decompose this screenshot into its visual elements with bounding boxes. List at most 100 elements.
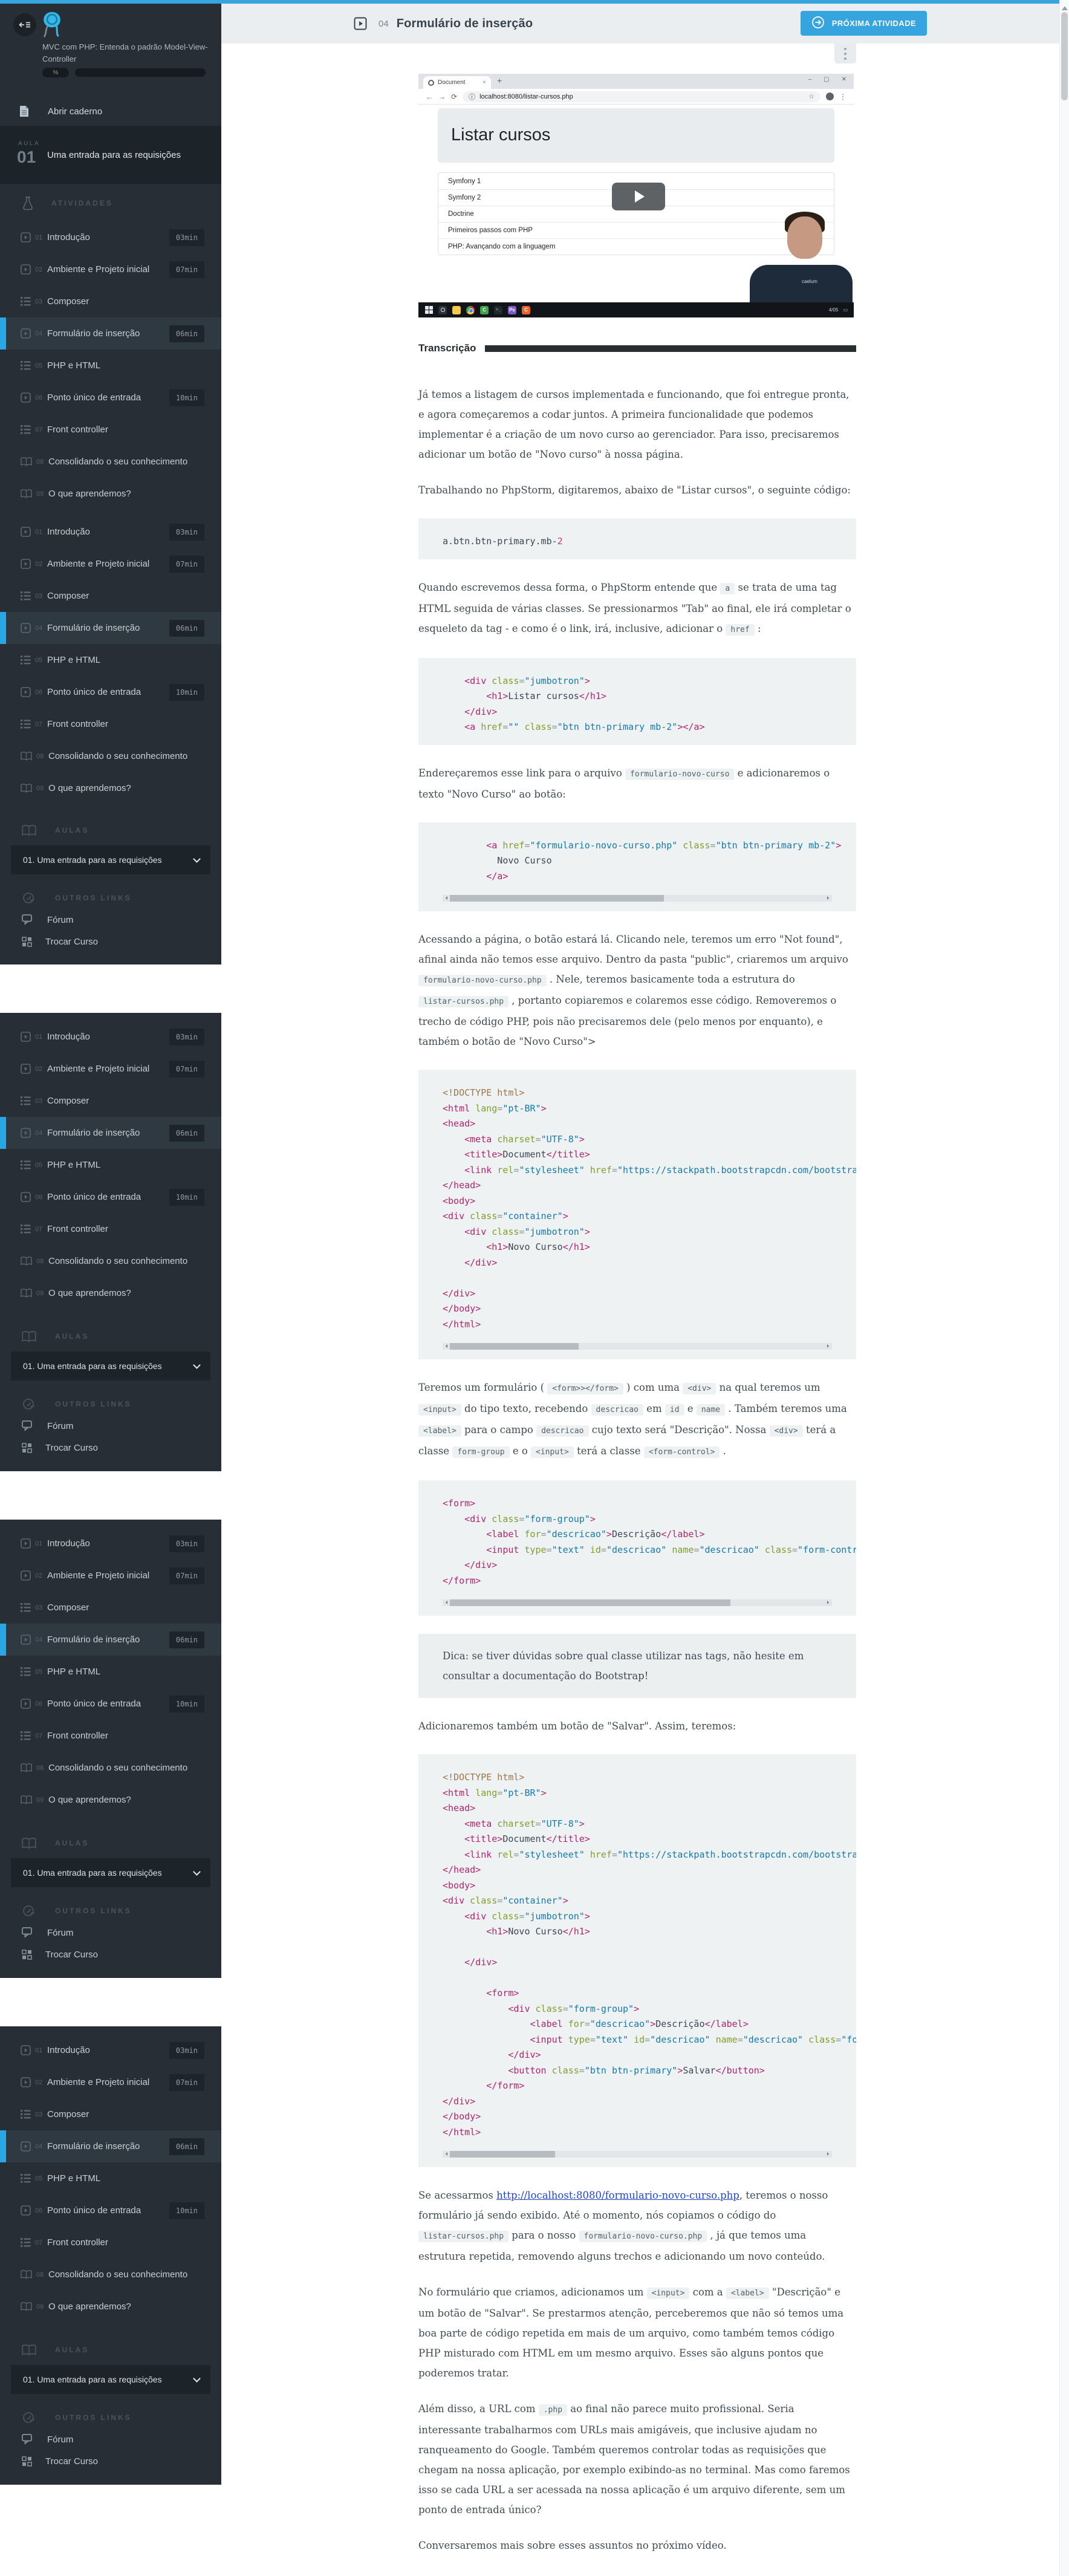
sidebar-item-09[interactable]: 09 O que aprendemos? [0, 772, 221, 804]
notification-icon[interactable]: ▭ [843, 307, 848, 313]
sidebar-item-04[interactable]: 04 Formulário de inserção 06min [0, 612, 221, 644]
sidebar-item-08[interactable]: 08 Consolidando o seu conhecimento [0, 1752, 221, 1784]
sidebar-item-03[interactable]: 03 Composer [0, 285, 221, 317]
item-number: 02 [35, 2078, 43, 2086]
profile-icon[interactable] [826, 93, 834, 100]
sidebar-item-07[interactable]: 07 Front controller [0, 2226, 221, 2259]
sidebar-item-06[interactable]: 06 Ponto único de entrada 10min [0, 1181, 221, 1213]
sidebar-item-03[interactable]: 03 Composer [0, 1085, 221, 1117]
search-icon[interactable] [438, 305, 447, 314]
page-scrollbar[interactable] [1059, 0, 1069, 2576]
sidebar-item-06[interactable]: 06 Ponto único de entrada 10min [0, 676, 221, 708]
sidebar-item-07[interactable]: 07 Front controller [0, 708, 221, 740]
transcript-scroll-handle[interactable] [834, 44, 856, 63]
sidebar-link-forum[interactable]: Fórum [0, 1924, 221, 1942]
sidebar-link-trocar-curso[interactable]: Trocar Curso [0, 1945, 221, 1963]
aula-select-dropdown[interactable]: 01. Uma entrada para as requisições [11, 1858, 210, 1887]
sidebar-item-05[interactable]: 05 PHP e HTML [0, 1656, 221, 1688]
scrollbar-thumb[interactable] [450, 1343, 579, 1350]
sidebar-item-07[interactable]: 07 Front controller [0, 414, 221, 446]
site-info-icon[interactable]: ⓘ [469, 92, 475, 102]
address-bar[interactable]: ⓘ localhost:8080/listar-cursos.php ☆ [463, 91, 820, 102]
sidebar-item-02[interactable]: 02 Ambiente e Projeto inicial 07min [0, 1053, 221, 1085]
sidebar-item-09[interactable]: 09 O que aprendemos? [0, 1277, 221, 1309]
aula-select-dropdown[interactable]: 01. Uma entrada para as requisições [11, 2365, 210, 2394]
sidebar-item-05[interactable]: 05 PHP e HTML [0, 644, 221, 676]
scroll-up-arrow-icon[interactable] [1062, 3, 1068, 10]
sidebar-item-08[interactable]: 08 Consolidando o seu conhecimento [0, 1245, 221, 1277]
sidebar-item-06[interactable]: 06 Ponto único de entrada 10min [0, 382, 221, 414]
close-tab-icon[interactable]: × [483, 79, 486, 86]
sidebar-item-05[interactable]: 05 PHP e HTML [0, 2162, 221, 2194]
forward-icon[interactable]: → [438, 93, 446, 101]
sidebar-item-03[interactable]: 03 Composer [0, 2098, 221, 2130]
horizontal-scrollbar[interactable] [443, 1343, 832, 1350]
sidebar-link-trocar-curso[interactable]: Trocar Curso [0, 2452, 221, 2470]
sidebar-item-04[interactable]: 04 Formulário de inserção 06min [0, 2130, 221, 2162]
sidebar-item-02[interactable]: 02 Ambiente e Projeto inicial 07min [0, 1560, 221, 1592]
item-label: O que aprendemos? [48, 1795, 131, 1805]
sidebar-link-forum[interactable]: Fórum [0, 911, 221, 929]
sidebar-item-08[interactable]: 08 Consolidando o seu conhecimento [0, 740, 221, 772]
sidebar-item-09[interactable]: 09 O que aprendemos? [0, 478, 221, 510]
current-lesson-banner[interactable]: AULA 01 Uma entrada para as requisições [0, 126, 221, 184]
sidebar-item-01[interactable]: 01 Introdução 03min [0, 1527, 221, 1560]
sidebar-item-08[interactable]: 08 Consolidando o seu conhecimento [0, 2259, 221, 2291]
sidebar-item-05[interactable]: 05 PHP e HTML [0, 350, 221, 382]
sidebar-link-trocar-curso[interactable]: Trocar Curso [0, 1439, 221, 1457]
sidebar-item-02[interactable]: 02 Ambiente e Projeto inicial 07min [0, 2066, 221, 2098]
inline-code: <div> [683, 1383, 716, 1394]
sidebar-item-02[interactable]: 02 Ambiente e Projeto inicial 07min [0, 548, 221, 580]
scrollbar-thumb[interactable] [450, 1599, 730, 1606]
sidebar-item-06[interactable]: 06 Ponto único de entrada 10min [0, 2194, 221, 2226]
app-green-icon[interactable]: C [480, 305, 489, 314]
window-controls[interactable]: – ▢ ✕ [808, 76, 846, 83]
scrollbar-thumb[interactable] [450, 895, 664, 902]
sidebar-item-07[interactable]: 07 Front controller [0, 1720, 221, 1752]
sidebar-item-01[interactable]: 01 Introdução 03min [0, 2034, 221, 2066]
next-activity-button[interactable]: PRÓXIMA ATIVIDADE [800, 11, 927, 36]
scrollbar-thumb[interactable] [1061, 12, 1068, 100]
terminal-icon[interactable]: >_ [494, 305, 502, 314]
sidebar-item-09[interactable]: 09 O que aprendemos? [0, 2291, 221, 2323]
scrollbar-thumb[interactable] [450, 2151, 555, 2158]
back-icon[interactable]: ← [426, 93, 433, 101]
sidebar-item-05[interactable]: 05 PHP e HTML [0, 1149, 221, 1181]
browser-tab[interactable]: Document × [423, 76, 491, 89]
transcript-link[interactable]: http://localhost:8080/formulario-novo-cu… [496, 2190, 739, 2201]
aula-select-dropdown[interactable]: 01. Uma entrada para as requisições [11, 845, 210, 874]
video-player[interactable]: Document × + – ▢ ✕ ← → ⟳ ⓘ localhost:8080/… [418, 74, 854, 317]
bookmark-star-icon[interactable]: ☆ [808, 93, 814, 100]
collapse-sidebar-button[interactable] [13, 13, 36, 36]
app-purple-icon[interactable]: Ps [508, 305, 516, 314]
sidebar-item-01[interactable]: 01 Introdução 03min [0, 221, 221, 253]
sidebar-item-04[interactable]: 04 Formulário de inserção 06min [0, 317, 221, 350]
app-orange-icon[interactable]: C [522, 305, 530, 314]
sidebar-link-forum[interactable]: Fórum [0, 2430, 221, 2448]
sidebar-item-06[interactable]: 06 Ponto único de entrada 10min [0, 1688, 221, 1720]
chrome-icon[interactable] [466, 305, 475, 314]
sidebar-item-09[interactable]: 09 O que aprendemos? [0, 1784, 221, 1816]
horizontal-scrollbar[interactable] [443, 2151, 832, 2158]
play-button[interactable] [612, 183, 665, 210]
sidebar-item-01[interactable]: 01 Introdução 03min [0, 516, 221, 548]
start-button-icon[interactable] [424, 306, 433, 314]
sidebar-item-04[interactable]: 04 Formulário de inserção 06min [0, 1624, 221, 1656]
open-notebook-button[interactable]: Abrir caderno [19, 105, 102, 117]
folder-icon[interactable] [452, 305, 461, 314]
aula-select-dropdown[interactable]: 01. Uma entrada para as requisições [11, 1351, 210, 1381]
reload-icon[interactable]: ⟳ [451, 93, 457, 101]
sidebar-item-01[interactable]: 01 Introdução 03min [0, 1021, 221, 1053]
sidebar-item-07[interactable]: 07 Front controller [0, 1213, 221, 1245]
sidebar-item-03[interactable]: 03 Composer [0, 1592, 221, 1624]
sidebar-item-03[interactable]: 03 Composer [0, 580, 221, 612]
sidebar-item-08[interactable]: 08 Consolidando o seu conhecimento [0, 446, 221, 478]
horizontal-scrollbar[interactable] [443, 895, 832, 902]
sidebar-item-04[interactable]: 04 Formulário de inserção 06min [0, 1117, 221, 1149]
new-tab-button[interactable]: + [497, 76, 502, 85]
sidebar-item-02[interactable]: 02 Ambiente e Projeto inicial 07min [0, 253, 221, 285]
sidebar-link-forum[interactable]: Fórum [0, 1417, 221, 1435]
sidebar-link-trocar-curso[interactable]: Trocar Curso [0, 932, 221, 951]
horizontal-scrollbar[interactable] [443, 1599, 832, 1606]
browser-menu-icon[interactable]: ⋮ [839, 93, 846, 101]
